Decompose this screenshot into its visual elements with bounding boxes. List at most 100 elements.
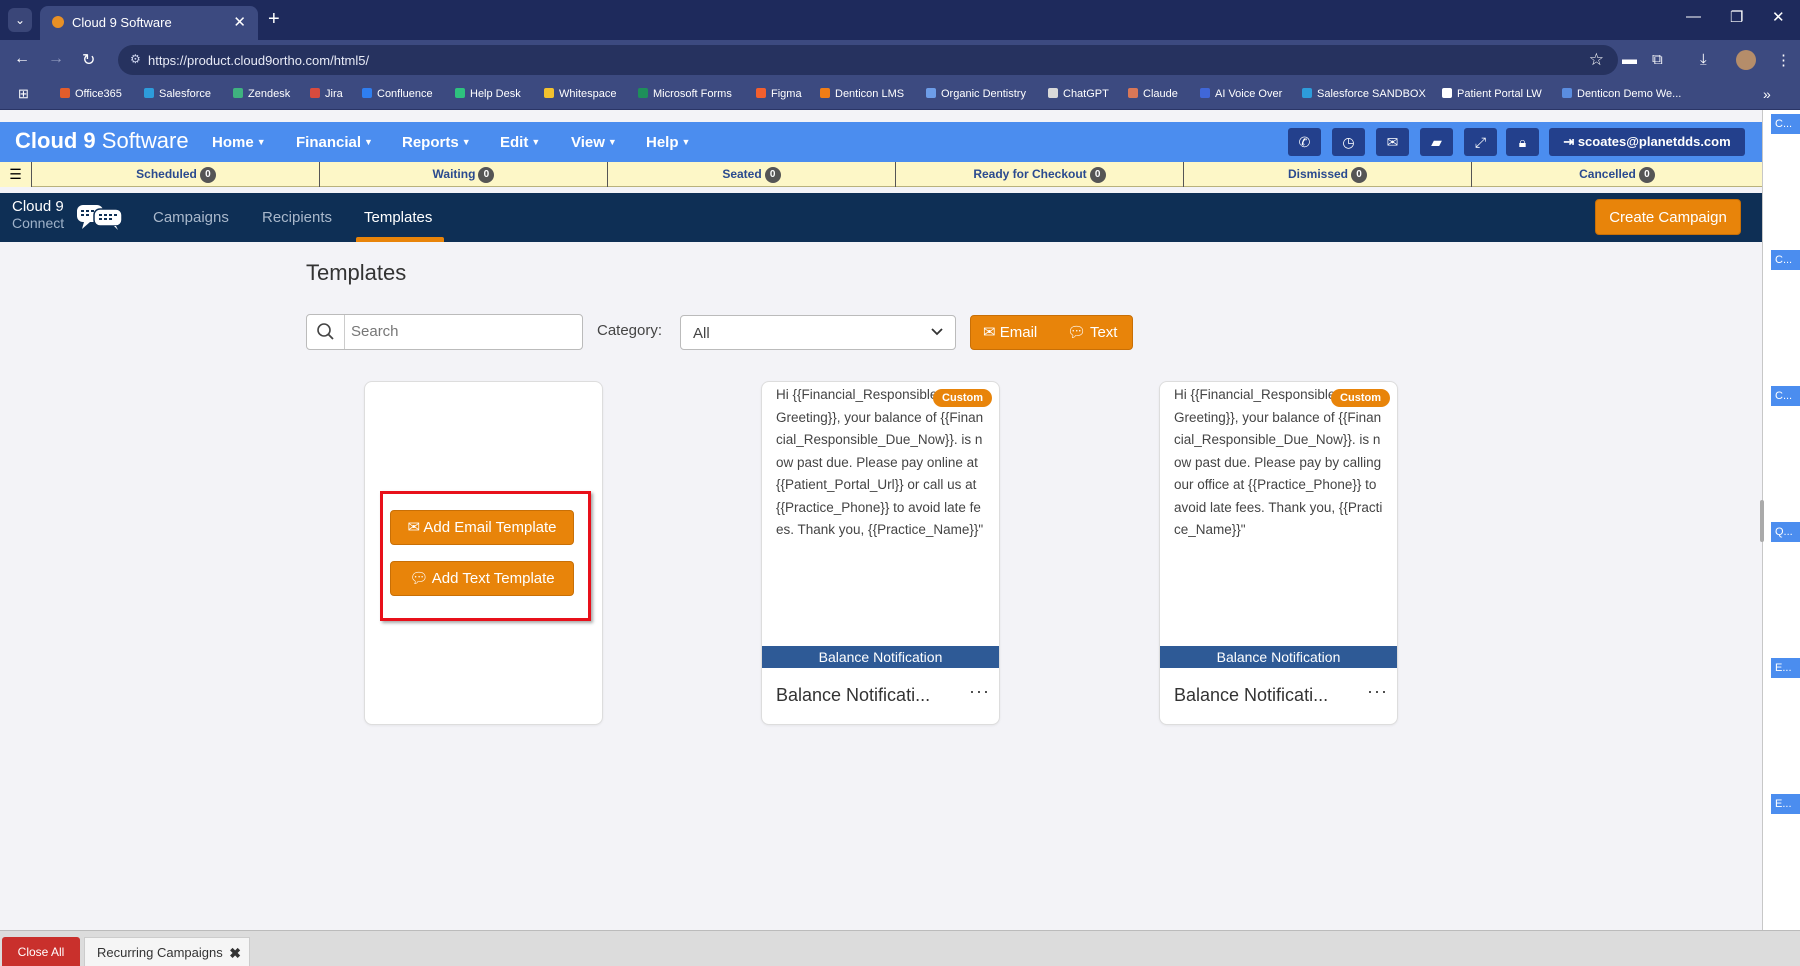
tab-close-icon[interactable]: ✕ [233, 13, 246, 31]
template-card[interactable]: Hi {{Financial_Responsible_Party_Greetin… [761, 381, 1000, 725]
side-tab[interactable]: C... [1771, 386, 1800, 406]
bookmark-denticon-lms[interactable]: Denticon LMS [820, 88, 904, 100]
more-options-icon[interactable]: ··· [969, 681, 990, 702]
bookmark-icon [233, 88, 243, 98]
caret-down-icon: ▼ [607, 137, 617, 147]
menu-home[interactable]: Home ▼ [212, 134, 266, 151]
open-tab-recurring-campaigns[interactable]: Recurring Campaigns ✖ [84, 937, 250, 966]
status-badge: 0 [1351, 167, 1368, 183]
status-ready-for-checkout[interactable]: Ready for Checkout 0 [896, 162, 1184, 187]
side-tab[interactable]: E... [1771, 794, 1800, 814]
toggle-email[interactable]: ✉ Email [983, 316, 1037, 349]
category-select[interactable]: All [680, 315, 956, 350]
bookmark-icon [60, 88, 70, 98]
bookmark-icon [455, 88, 465, 98]
download-icon[interactable]: ⤓ [1700, 51, 1707, 68]
bookmark-star-icon[interactable]: ☆ [1589, 50, 1604, 70]
more-options-icon[interactable]: ··· [1367, 681, 1388, 702]
bookmark-help-desk[interactable]: Help Desk [455, 88, 521, 100]
add-text-template-button[interactable]: 💬︎ Add Text Template [390, 561, 574, 596]
expand-icon[interactable]: ⤢ [1464, 128, 1497, 156]
side-tab[interactable]: E... [1771, 658, 1800, 678]
forward-icon[interactable]: → [48, 50, 64, 68]
menu-reports[interactable]: Reports ▼ [402, 134, 471, 151]
bookmark-zendesk[interactable]: Zendesk [233, 88, 290, 100]
toggle-text[interactable]: 💬︎ Text [1067, 316, 1117, 349]
minimize-icon[interactable]: — [1686, 8, 1701, 25]
bookmark-salesforce-sandbox[interactable]: Salesforce SANDBOX [1302, 88, 1426, 100]
mail-icon[interactable]: ✉ [1376, 128, 1409, 156]
bookmark-icon [544, 88, 554, 98]
reload-icon[interactable]: ↻ [82, 50, 95, 70]
side-tab[interactable]: C... [1771, 114, 1800, 134]
channel-toggle: ✉ Email 💬︎ Text [970, 315, 1133, 350]
bookmark-claude[interactable]: Claude [1128, 88, 1178, 100]
search-field[interactable] [306, 314, 583, 350]
bookmark-whitespace[interactable]: Whitespace [544, 88, 616, 100]
side-tab[interactable]: C... [1771, 250, 1800, 270]
chat-icon[interactable]: ▰ [1420, 128, 1453, 156]
chevron-down-icon [931, 328, 943, 336]
bookmark-jira[interactable]: Jira [310, 88, 343, 100]
bookmark-icon [1562, 88, 1572, 98]
nav-recipients[interactable]: Recipients [262, 209, 332, 226]
bookmark-figma[interactable]: Figma [756, 88, 802, 100]
custom-badge: Custom [933, 389, 992, 407]
nav-campaigns[interactable]: Campaigns [153, 209, 229, 226]
headset-icon[interactable]: ✆ [1288, 128, 1321, 156]
side-tab[interactable]: Q... [1771, 522, 1800, 542]
browser-tab[interactable]: Cloud 9 Software ✕ [40, 6, 258, 40]
apps-grid-icon[interactable]: ⊞ [18, 86, 29, 102]
browser-menu-icon[interactable]: ⋮ [1776, 51, 1791, 69]
close-tab-icon[interactable]: ✖ [229, 938, 241, 966]
template-body-text: Hi {{Financial_Responsible_Party_Greetin… [776, 387, 984, 537]
template-body-text: Hi {{Financial_Responsible_Party_Greetin… [1174, 387, 1383, 537]
add-email-template-button[interactable]: ✉ Add Email Template [390, 510, 574, 545]
tab-search-icon[interactable]: ⌄ [8, 8, 32, 32]
restore-icon[interactable]: ❐ [1730, 8, 1743, 26]
extension-icon[interactable]: ▬ [1622, 51, 1637, 68]
status-seated[interactable]: Seated 0 [608, 162, 896, 187]
menu-help[interactable]: Help ▼ [646, 134, 690, 151]
clock-icon[interactable]: ◷ [1332, 128, 1365, 156]
status-cancelled[interactable]: Cancelled 0 [1472, 162, 1762, 187]
bookmark-chatgpt[interactable]: ChatGPT [1048, 88, 1109, 100]
close-all-button[interactable]: Close All [2, 937, 80, 966]
create-campaign-button[interactable]: Create Campaign [1595, 199, 1741, 235]
bookmarks-bar: ⊞ Office365 Salesforce Zendesk Jira Conf… [0, 80, 1800, 110]
bookmark-icon [1442, 88, 1452, 98]
nav-templates[interactable]: Templates [364, 209, 432, 226]
url-bar[interactable]: ⚙ https://product.cloud9ortho.com/html5/… [118, 45, 1618, 75]
extensions-puzzle-icon[interactable]: ⧉ [1652, 51, 1663, 68]
status-waiting[interactable]: Waiting 0 [320, 162, 608, 187]
window-close-icon[interactable]: ✕ [1772, 8, 1785, 26]
menu-view[interactable]: View ▼ [571, 134, 617, 151]
bookmark-denticon-demo[interactable]: Denticon Demo We... [1562, 88, 1681, 100]
bookmark-icon [144, 88, 154, 98]
bookmark-organic-dentistry[interactable]: Organic Dentistry [926, 88, 1026, 100]
patient-status-bar: ☰ Scheduled 0 Waiting 0 Seated 0 Ready for … [0, 162, 1762, 187]
site-settings-icon[interactable]: ⚙ [130, 52, 141, 66]
search-input[interactable] [351, 323, 571, 340]
lock-icon[interactable]: 🔒︎ [1506, 128, 1539, 156]
bookmark-office365[interactable]: Office365 [60, 88, 122, 100]
bookmark-microsoft-forms[interactable]: Microsoft Forms [638, 88, 732, 100]
new-tab-icon[interactable]: + [268, 8, 280, 31]
scrollbar-thumb[interactable] [1760, 500, 1764, 542]
template-card[interactable]: Hi {{Financial_Responsible_Party_Greetin… [1159, 381, 1398, 725]
bookmark-patient-portal[interactable]: Patient Portal LW [1442, 88, 1542, 100]
bookmark-salesforce[interactable]: Salesforce [144, 88, 211, 100]
back-icon[interactable]: ← [14, 50, 30, 68]
user-account-button[interactable]: ⇥ scoates@planetdds.com [1549, 128, 1745, 156]
hamburger-icon[interactable]: ☰ [0, 162, 32, 187]
status-scheduled[interactable]: Scheduled 0 [33, 162, 320, 187]
category-selected-value: All [693, 325, 710, 342]
more-bookmarks-icon[interactable]: » [1763, 86, 1771, 102]
bookmark-ai-voice-over[interactable]: AI Voice Over [1200, 88, 1282, 100]
status-dismissed[interactable]: Dismissed 0 [1184, 162, 1472, 187]
profile-avatar[interactable] [1736, 50, 1756, 70]
menu-financial[interactable]: Financial ▼ [296, 134, 373, 151]
envelope-icon: ✉ [983, 324, 996, 341]
menu-edit[interactable]: Edit ▼ [500, 134, 540, 151]
bookmark-confluence[interactable]: Confluence [362, 88, 433, 100]
